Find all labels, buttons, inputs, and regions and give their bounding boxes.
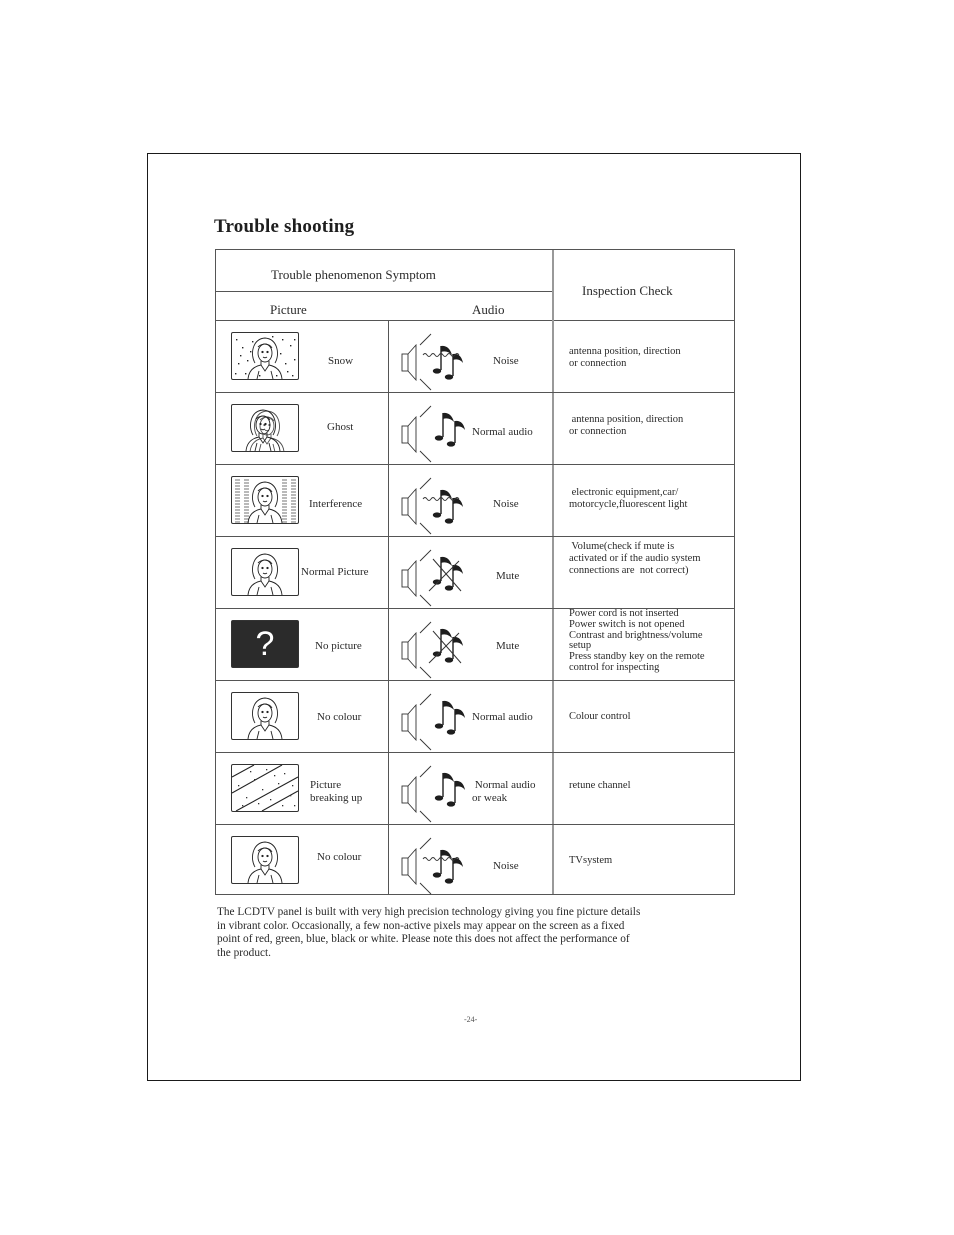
table-row: No colour Noise TVsystem xyxy=(216,825,734,896)
table-row: ? No picture Mute Power cord is not insert… xyxy=(216,608,734,680)
troubleshooting-table: Trouble phenomenon Symptom Picture Audio… xyxy=(215,249,735,895)
inspection-check-line: control for inspecting xyxy=(569,661,660,673)
inspection-check-line: Power switch is not opened xyxy=(569,618,685,630)
speaker-normal-audio-icon xyxy=(399,687,479,758)
picture-symptom-label: No colour xyxy=(317,711,361,724)
speaker-noise-icon xyxy=(399,831,479,902)
audio-symptom-label: Noise xyxy=(493,860,519,873)
picture-symptom-label: No picture xyxy=(315,640,362,653)
tv-interference-icon xyxy=(231,476,299,524)
audio-symptom-label: Noise xyxy=(493,355,519,368)
footnote-line: The LCDTV panel is built with very high … xyxy=(217,906,641,918)
inspection-check-text: TVsystem xyxy=(569,855,612,867)
speaker-mute-icon xyxy=(399,615,479,686)
picture-symptom-line: No colour xyxy=(317,711,362,723)
tv-normal-picture-icon xyxy=(231,692,299,740)
picture-symptom-line: No colour xyxy=(317,851,362,863)
inspection-check-line: or connection xyxy=(569,426,627,437)
speaker-normal-audio-icon xyxy=(399,399,479,470)
picture-symptom-label: Snow xyxy=(328,355,353,368)
inspection-check-line: activated or if the audio system xyxy=(569,553,701,564)
audio-symptom-line: Noise xyxy=(493,860,519,872)
inspection-check-text: retune channel xyxy=(569,780,631,792)
audio-symptom-line: Mute xyxy=(496,570,520,582)
table-row: Ghost Normal audio antenna position, dir… xyxy=(216,393,734,464)
picture-symptom-line: Ghost xyxy=(327,421,354,433)
table-row: No colour Normal audio Colour control xyxy=(216,681,734,752)
tv-snow-icon xyxy=(231,332,299,380)
speaker-mute-icon xyxy=(399,543,479,614)
header-picture: Picture xyxy=(270,302,307,317)
inspection-check-line: connections are not correct) xyxy=(569,565,689,576)
picture-symptom-line: Picture xyxy=(310,779,342,791)
picture-symptom-label: Ghost xyxy=(327,421,353,434)
audio-symptom-line: Noise xyxy=(493,355,519,367)
tv-breaking-up-icon xyxy=(231,764,299,812)
tv-no-picture-icon: ? xyxy=(231,620,299,668)
inspection-check-text: antenna position, direction or connection xyxy=(569,346,681,370)
audio-symptom-line: Mute xyxy=(496,640,520,652)
audio-symptom-label: Normal audio or weak xyxy=(472,779,536,805)
picture-symptom-label: Interference xyxy=(309,498,362,511)
inspection-check-line: electronic equipment,car/ xyxy=(569,487,679,498)
inspection-check-text: Colour control xyxy=(569,711,631,723)
audio-symptom-label: Mute xyxy=(496,570,519,583)
inspection-check-line: Colour control xyxy=(569,711,631,722)
picture-symptom-line: Normal Picture xyxy=(301,566,369,578)
table-row: Snow Noise antenna position, direction or … xyxy=(216,321,734,392)
header-audio: Audio xyxy=(472,302,505,317)
question-mark-icon: ? xyxy=(255,625,275,663)
tv-ghost-icon xyxy=(231,404,299,452)
header-divider xyxy=(216,291,553,292)
audio-symptom-label: Mute xyxy=(496,640,519,653)
footnote-line: the product. xyxy=(217,946,271,959)
footnote-line: in vibrant color. Occasionally, a few no… xyxy=(217,919,625,932)
audio-symptom-label: Normal audio xyxy=(472,426,533,439)
audio-symptom-line: or weak xyxy=(472,792,508,804)
picture-symptom-label: Picture breaking up xyxy=(310,779,362,805)
picture-symptom-line: Interference xyxy=(309,498,363,510)
header-symptom-group: Trouble phenomenon Symptom xyxy=(271,267,436,282)
speaker-noise-icon xyxy=(399,471,479,542)
inspection-check-line: or connection xyxy=(569,358,627,369)
picture-symptom-label: Normal Picture xyxy=(301,566,369,579)
inspection-check-text: electronic equipment,car/motorcycle,fluo… xyxy=(569,487,687,511)
tv-normal-picture-icon xyxy=(231,548,299,596)
audio-symptom-label: Noise xyxy=(493,498,519,511)
picture-symptom-label: No colour xyxy=(317,851,361,864)
inspection-check-text: Volume(check if mute is activated or if t… xyxy=(569,541,701,577)
inspection-check-line: TVsystem xyxy=(569,855,613,866)
inspection-check-line: antenna position, direction xyxy=(569,346,681,357)
inspection-check-line: Volume(check if mute is xyxy=(569,541,675,552)
picture-symptom-line: No picture xyxy=(315,640,362,652)
header-inspection: Inspection Check xyxy=(582,283,673,298)
inspection-check-line: motorcycle,fluorescent light xyxy=(569,499,688,510)
audio-symptom-line: Normal audio xyxy=(472,426,533,438)
table-row: Interference Noise electronic equipment,… xyxy=(216,465,734,536)
table-row: Picture breaking up Normal audio or weak re… xyxy=(216,753,734,824)
page-number: -24- xyxy=(464,1015,478,1024)
inspection-check-line: antenna position, direction xyxy=(569,414,684,425)
audio-symptom-line: Normal audio xyxy=(472,779,536,791)
footnote-line: point of red, green, blue, black or whit… xyxy=(217,933,630,946)
page-title: Trouble shooting xyxy=(214,216,355,237)
inspection-check-text: antenna position, direction or connection xyxy=(569,414,683,438)
tv-normal-picture-icon xyxy=(231,836,299,884)
speaker-noise-icon xyxy=(399,327,479,398)
audio-symptom-line: Normal audio xyxy=(472,711,533,723)
table-row: Normal Picture Mute Volume(check if mute… xyxy=(216,537,734,608)
lcd-panel-footnote: The LCDTV panel is built with very high … xyxy=(217,906,737,960)
inspection-check-text: Power cord is not inserted Power switch i… xyxy=(569,608,705,674)
audio-symptom-label: Normal audio xyxy=(472,711,533,724)
picture-symptom-line: Snow xyxy=(328,355,354,367)
picture-symptom-line: breaking up xyxy=(310,792,363,804)
audio-symptom-line: Noise xyxy=(493,498,519,510)
inspection-check-line: retune channel xyxy=(569,780,631,791)
speaker-normal-audio-icon xyxy=(399,759,479,830)
